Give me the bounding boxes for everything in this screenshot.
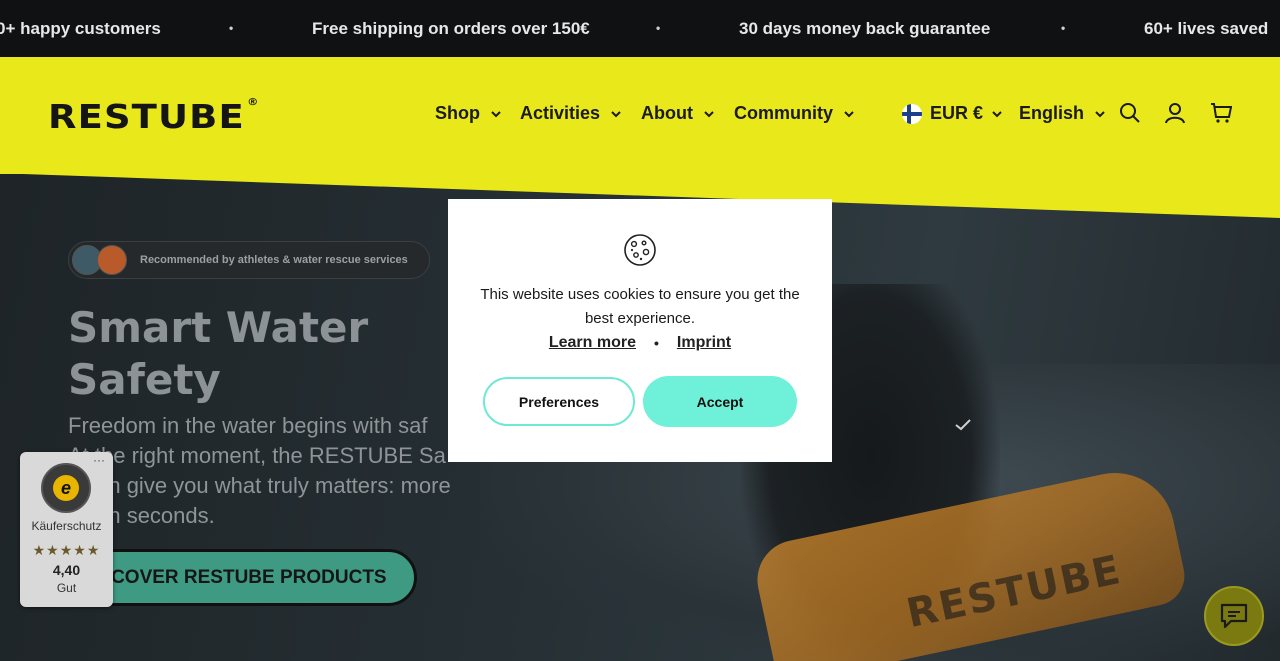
chevron-down-icon	[491, 110, 501, 117]
cart-icon[interactable]	[1210, 102, 1232, 124]
chat-icon	[1220, 603, 1248, 629]
announcement-separator: •	[656, 21, 661, 35]
learn-more-link[interactable]: Learn more	[549, 334, 636, 352]
trusted-shops-widget[interactable]: ··· e Käuferschutz ★★★★★ 4,40 Gut	[20, 452, 113, 607]
imprint-link[interactable]: Imprint	[677, 334, 731, 352]
nav-about[interactable]: About	[641, 103, 715, 124]
chevron-down-icon	[844, 110, 854, 117]
announcement-separator: •	[1061, 21, 1066, 35]
nav-activities[interactable]: Activities	[520, 103, 622, 124]
chevron-down-icon	[992, 110, 1002, 117]
recommendation-badge: Recommended by athletes & water rescue s…	[68, 241, 430, 279]
discover-products-button[interactable]: SCOVER RESTUBE PRODUCTS	[68, 549, 417, 606]
nav-label: Shop	[435, 103, 480, 123]
cookie-links: Learn more • Imprint	[448, 334, 832, 352]
rating-score: 4,40	[52, 562, 81, 578]
currency-label: EUR €	[930, 103, 984, 123]
announcement-item: Free shipping on orders over 150€	[312, 19, 590, 38]
cookie-consent-dialog: This website uses cookies to ensure you …	[448, 199, 832, 462]
nav-community[interactable]: Community	[734, 103, 855, 124]
avatar	[97, 245, 127, 275]
nav-label: Community	[734, 103, 833, 123]
hero-text-line: y can give you what truly matters: more	[68, 473, 451, 498]
announcement-item: 0+ happy customers	[0, 19, 161, 38]
site-header: RESTUBE ® Shop Activities About Community…	[0, 57, 1280, 174]
announcement-bar: 0+ happy customers • Free shipping on or…	[0, 0, 1280, 57]
announcement-item: 30 days money back guarantee	[739, 19, 991, 38]
rating-grade: Gut	[56, 581, 77, 595]
account-icon[interactable]	[1164, 102, 1186, 124]
language-selector[interactable]: English	[1019, 103, 1106, 124]
more-options-icon[interactable]: ···	[93, 453, 105, 467]
nav-label: About	[641, 103, 693, 123]
announcement-item: 60+ lives saved	[1144, 19, 1269, 38]
accept-button[interactable]: Accept	[643, 376, 797, 427]
nav-label: Activities	[520, 103, 601, 123]
finland-flag-icon	[902, 103, 922, 124]
cookie-message: This website uses cookies to ensure you …	[480, 286, 800, 327]
hero-title: Smart Water Safety	[68, 303, 369, 404]
chevron-down-icon	[1095, 110, 1105, 117]
logo-mark: ®	[247, 97, 260, 108]
restube-logo[interactable]: RESTUBE ®	[48, 97, 259, 136]
currency-selector[interactable]: EUR €	[902, 103, 1003, 124]
preferences-button[interactable]: Preferences	[483, 377, 635, 426]
trusted-shops-seal-icon: e	[41, 463, 91, 513]
link-separator: •	[654, 335, 659, 351]
chevron-down-icon	[611, 110, 621, 117]
announcement-separator: •	[229, 21, 234, 35]
logo-text: RESTUBE	[48, 97, 245, 136]
check-icon	[955, 419, 971, 431]
nav-shop[interactable]: Shop	[435, 103, 502, 124]
cookie-icon	[624, 234, 656, 266]
badge-text: Recommended by athletes & water rescue s…	[140, 254, 408, 266]
language-label: English	[1019, 103, 1085, 123]
hero-text-line: ety in seconds.	[68, 503, 215, 528]
rating-stars: ★★★★★	[32, 542, 101, 558]
search-icon[interactable]	[1119, 102, 1141, 124]
chevron-down-icon	[704, 110, 714, 117]
chat-button[interactable]	[1204, 586, 1264, 646]
trust-label: Käuferschutz	[31, 519, 102, 533]
